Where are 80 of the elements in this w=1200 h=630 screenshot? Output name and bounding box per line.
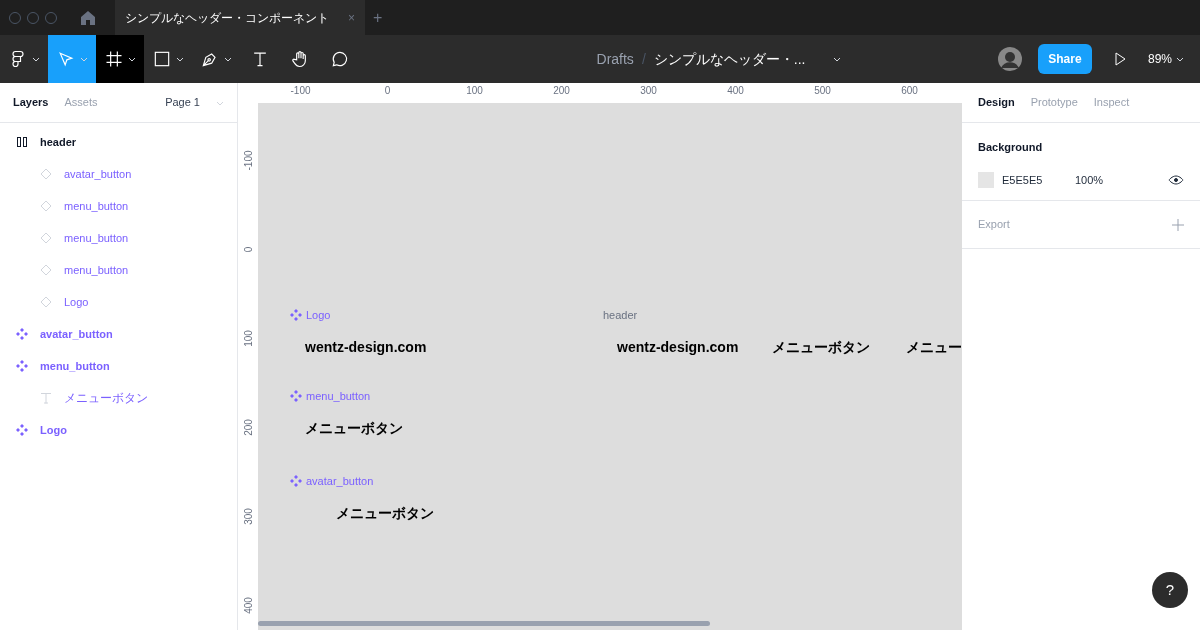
- panel-tab[interactable]: Inspect: [1093, 94, 1130, 111]
- layer-item[interactable]: menu_button: [0, 254, 237, 286]
- section-title: Export: [978, 217, 1010, 233]
- pointer-icon: [56, 49, 76, 69]
- component-icon: [290, 475, 302, 488]
- home-icon[interactable]: [80, 9, 96, 26]
- file-tab[interactable]: シンプルなヘッダー・コンポーネント ×: [115, 0, 365, 35]
- layer-label[interactable]: avatar_button: [290, 473, 374, 490]
- user-avatar[interactable]: [997, 47, 1022, 71]
- diamond-icon: [40, 200, 52, 212]
- frame-icon: [104, 49, 124, 69]
- ruler-label: -100: [289, 84, 312, 98]
- ruler-label: 600: [900, 84, 919, 98]
- diamond-icon: [40, 168, 52, 180]
- panel-tab[interactable]: Assets: [64, 94, 98, 111]
- new-tab-button[interactable]: +: [373, 5, 383, 30]
- file-name[interactable]: シンプルなヘッダー・...: [653, 48, 806, 70]
- layer-item[interactable]: avatar_button: [0, 318, 237, 350]
- close-tab-button[interactable]: ×: [348, 8, 355, 27]
- panel-tab[interactable]: Layers: [13, 94, 49, 111]
- help-button[interactable]: ?: [1152, 572, 1188, 608]
- breadcrumb-link[interactable]: Drafts: [596, 48, 634, 70]
- breadcrumb-separator: /: [641, 49, 646, 69]
- layer-item[interactable]: menu_button: [0, 350, 237, 382]
- ruler-label: 300: [639, 84, 658, 98]
- canvas-text: wentz-design.com: [305, 338, 427, 357]
- chevron-down-icon[interactable]: [224, 55, 232, 63]
- panel-tab[interactable]: Prototype: [1030, 94, 1078, 111]
- diamond-icon: [40, 264, 52, 276]
- page-selector[interactable]: Page 1: [165, 94, 200, 111]
- ruler-label: -100: [241, 150, 255, 171]
- chevron-down-icon[interactable]: [1176, 55, 1184, 63]
- canvas-text: メニューボタン: [772, 338, 870, 357]
- ruler-label: 0: [241, 245, 255, 255]
- component-icon: [16, 328, 28, 340]
- ruler-label: 0: [383, 84, 392, 98]
- layer-item[interactable]: header: [0, 126, 237, 158]
- layer-label[interactable]: menu_button: [290, 388, 371, 405]
- section-title: Background: [978, 140, 1044, 155]
- ruler-label: 200: [552, 84, 571, 98]
- component-icon: [16, 360, 28, 372]
- layer-item[interactable]: menu_button: [0, 190, 237, 222]
- ruler-label: 100: [465, 84, 484, 98]
- toolbar-tool[interactable]: [96, 35, 144, 83]
- frame-layout-icon: [16, 136, 28, 148]
- chevron-down-icon[interactable]: [833, 55, 842, 63]
- ruler-label: 400: [241, 596, 255, 616]
- layer-label[interactable]: header: [603, 307, 638, 324]
- ruler-label: 400: [726, 84, 745, 98]
- canvas-text: メニューボタン: [305, 419, 403, 438]
- component-icon: [290, 390, 302, 403]
- zoom-level[interactable]: 89%: [1147, 50, 1172, 68]
- component-icon: [16, 424, 28, 436]
- opacity-field[interactable]: 100%: [1075, 171, 1104, 188]
- layer-item[interactable]: メニューボタン: [0, 382, 237, 414]
- rectangle-icon: [152, 49, 172, 69]
- text-layer-icon: [40, 392, 52, 404]
- ruler-label: 100: [241, 329, 255, 349]
- share-button[interactable]: Share: [1037, 44, 1092, 74]
- layer-label[interactable]: Logo: [290, 307, 331, 324]
- layer-item[interactable]: avatar_button: [0, 158, 237, 190]
- diamond-icon: [40, 232, 52, 244]
- comment-icon: [330, 49, 350, 69]
- chevron-down-icon[interactable]: [176, 55, 184, 63]
- color-hex-field[interactable]: E5E5E5: [1002, 171, 1075, 188]
- chevron-down-icon[interactable]: [128, 55, 136, 63]
- ruler-label: 200: [241, 418, 255, 438]
- layer-item[interactable]: Logo: [0, 414, 237, 446]
- layer-item[interactable]: Logo: [0, 286, 237, 318]
- color-swatch[interactable]: [978, 171, 994, 188]
- canvas-text: wentz-design.com: [617, 338, 739, 357]
- chevron-down-icon[interactable]: [32, 55, 40, 63]
- panel-tab[interactable]: Design: [978, 94, 1015, 111]
- ruler-label: 500: [813, 84, 832, 98]
- diamond-icon: [40, 296, 52, 308]
- canvas-text: メニューボタン: [336, 504, 434, 523]
- layer-item[interactable]: menu_button: [0, 222, 237, 254]
- ruler-label: 300: [241, 507, 255, 527]
- canvas-text: メニュー: [906, 338, 962, 357]
- component-icon: [290, 309, 302, 322]
